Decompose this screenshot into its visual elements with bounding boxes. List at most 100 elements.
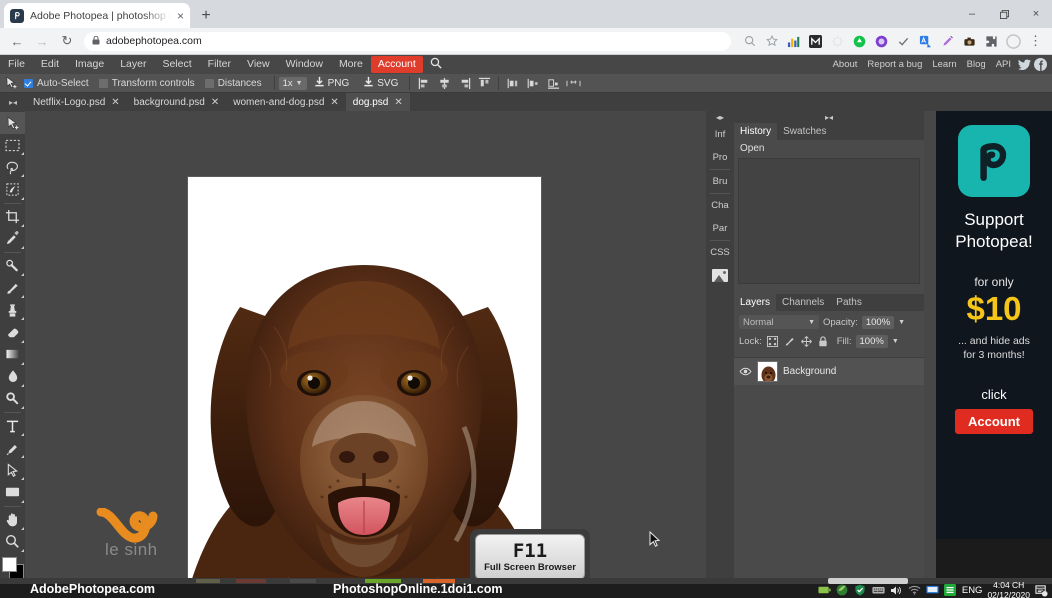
distances-checkbox[interactable]: Distances [203, 78, 270, 89]
volume-icon[interactable] [890, 584, 903, 597]
zoom-out-icon[interactable] [739, 31, 760, 52]
fill-value[interactable]: 100% [855, 334, 888, 348]
export-png-button[interactable]: PNG [307, 76, 357, 90]
profile-avatar-icon[interactable] [1003, 31, 1024, 52]
forward-icon[interactable]: → [31, 30, 53, 52]
crop-tool[interactable] [0, 206, 25, 228]
new-tab-button[interactable]: + [196, 6, 216, 26]
dock-tab-inf[interactable]: Inf [706, 123, 734, 146]
menu-filter[interactable]: Filter [200, 56, 239, 73]
link-report-a-bug[interactable]: Report a bug [862, 59, 927, 70]
distribute-center-icon[interactable] [523, 74, 543, 92]
support-ad-panel[interactable]: Support Photopea! for only $10 ... and h… [936, 111, 1052, 539]
document-tab-close-icon[interactable]: ✕ [211, 97, 219, 108]
facebook-icon[interactable] [1033, 57, 1048, 72]
marquee-tool[interactable] [0, 134, 25, 156]
tab-swatches[interactable]: Swatches [777, 123, 832, 140]
pen-extension-icon[interactable] [937, 31, 958, 52]
window-maximize-icon[interactable] [988, 0, 1020, 28]
opacity-value[interactable]: 100% [861, 315, 895, 329]
dodge-tool[interactable] [0, 388, 25, 410]
color-swatches[interactable] [1, 556, 24, 579]
document-tab-close-icon[interactable]: ✕ [330, 97, 338, 108]
address-bar[interactable]: adobephotopea.com [84, 31, 731, 51]
link-api[interactable]: API [991, 59, 1016, 70]
canvas-area[interactable]: le sinh [25, 111, 706, 578]
search-icon[interactable] [423, 56, 449, 74]
panel-collapse-icon[interactable]: ▸◂ [734, 111, 924, 123]
account-button[interactable]: Account [370, 56, 423, 73]
move-tool[interactable] [0, 112, 25, 135]
tab-layers[interactable]: Layers [734, 294, 777, 311]
export-svg-button[interactable]: SVG [356, 76, 405, 90]
dock-tab-css[interactable]: CSS [706, 241, 734, 264]
opacity-chevron-icon[interactable]: ▼ [898, 319, 905, 326]
move-tool-icon[interactable] [0, 74, 22, 92]
tab-history[interactable]: History [734, 123, 778, 140]
menu-edit[interactable]: Edit [33, 56, 67, 73]
distribute-left-icon[interactable] [503, 74, 523, 92]
dock-tab-pro[interactable]: Pro [706, 146, 734, 169]
tab-paths[interactable]: Paths [830, 294, 868, 311]
taskbar-window-item[interactable] [196, 579, 220, 583]
layer-row-background[interactable]: Background [734, 358, 924, 385]
dock-tab-image[interactable] [706, 264, 734, 287]
menu-file[interactable]: File [0, 56, 33, 73]
distribute-spacing-icon[interactable] [563, 74, 583, 92]
menu-layer[interactable]: Layer [112, 56, 154, 73]
lasso-tool[interactable] [0, 156, 25, 178]
link-learn[interactable]: Learn [927, 59, 961, 70]
auto-select-checkbox[interactable]: Auto-Select [22, 78, 97, 89]
menu-select[interactable]: Select [154, 56, 199, 73]
hand-tool[interactable] [0, 509, 25, 531]
blur-tool[interactable] [0, 366, 25, 388]
lock-transparency-icon[interactable] [766, 335, 779, 348]
document-tab-close-icon[interactable]: ✕ [111, 97, 119, 108]
wifi-icon[interactable] [908, 584, 921, 597]
back-icon[interactable]: ← [6, 30, 28, 52]
eraser-tool[interactable] [0, 321, 25, 343]
window-minimize-icon[interactable]: – [956, 0, 988, 28]
keyboard-icon[interactable] [872, 584, 885, 597]
document-tab-dog[interactable]: dog.psd ✕ [345, 93, 410, 111]
lock-position-icon[interactable] [800, 335, 813, 348]
history-list[interactable] [738, 158, 920, 284]
reload-icon[interactable]: ↻ [56, 30, 78, 52]
document-tab-background[interactable]: background.psd ✕ [127, 93, 227, 111]
bug-extension-icon[interactable] [827, 31, 848, 52]
taskbar-window-item[interactable] [290, 579, 316, 583]
window-close-icon[interactable]: × [1020, 0, 1052, 28]
translate-extension-icon[interactable] [915, 31, 936, 52]
foreground-color-swatch[interactable] [1, 556, 17, 572]
path-select-tool[interactable] [0, 459, 25, 481]
clone-stamp-tool[interactable] [0, 299, 25, 321]
checkmark-extension-icon[interactable] [893, 31, 914, 52]
unikey-icon[interactable] [944, 584, 957, 597]
menu-window[interactable]: Window [278, 56, 331, 73]
link-about[interactable]: About [828, 59, 863, 70]
security-icon[interactable] [854, 584, 867, 597]
canvas-document[interactable] [188, 177, 541, 578]
ad-account-button[interactable]: Account [955, 409, 1033, 434]
link-blog[interactable]: Blog [962, 59, 991, 70]
clock[interactable]: 4:04 CH 02/12/2020 [987, 580, 1030, 598]
menu-image[interactable]: Image [67, 56, 112, 73]
lock-image-pixels-icon[interactable] [783, 335, 796, 348]
lock-all-icon[interactable] [817, 335, 830, 348]
align-top-icon[interactable] [474, 74, 494, 92]
shape-tool[interactable] [0, 481, 25, 503]
bookmark-star-icon[interactable] [761, 31, 782, 52]
menu-view[interactable]: View [239, 56, 278, 73]
browser-tab[interactable]: Adobe Photopea | photoshop on × [4, 3, 190, 28]
puzzle-extensions-icon[interactable] [981, 31, 1002, 52]
eye-icon[interactable] [738, 367, 752, 376]
pen-tool[interactable] [0, 437, 25, 459]
distribute-right-icon[interactable] [543, 74, 563, 92]
document-tab-netflix-logo[interactable]: Netflix-Logo.psd ✕ [26, 93, 127, 111]
pixel-ratio-select[interactable]: 1x ▼ [278, 76, 307, 90]
shield-icon[interactable] [836, 584, 849, 597]
analytics-extension-icon[interactable] [783, 31, 804, 52]
history-item-open[interactable]: Open [734, 140, 924, 156]
align-right-icon[interactable] [454, 74, 474, 92]
browser-tab-close-icon[interactable]: × [177, 10, 184, 22]
